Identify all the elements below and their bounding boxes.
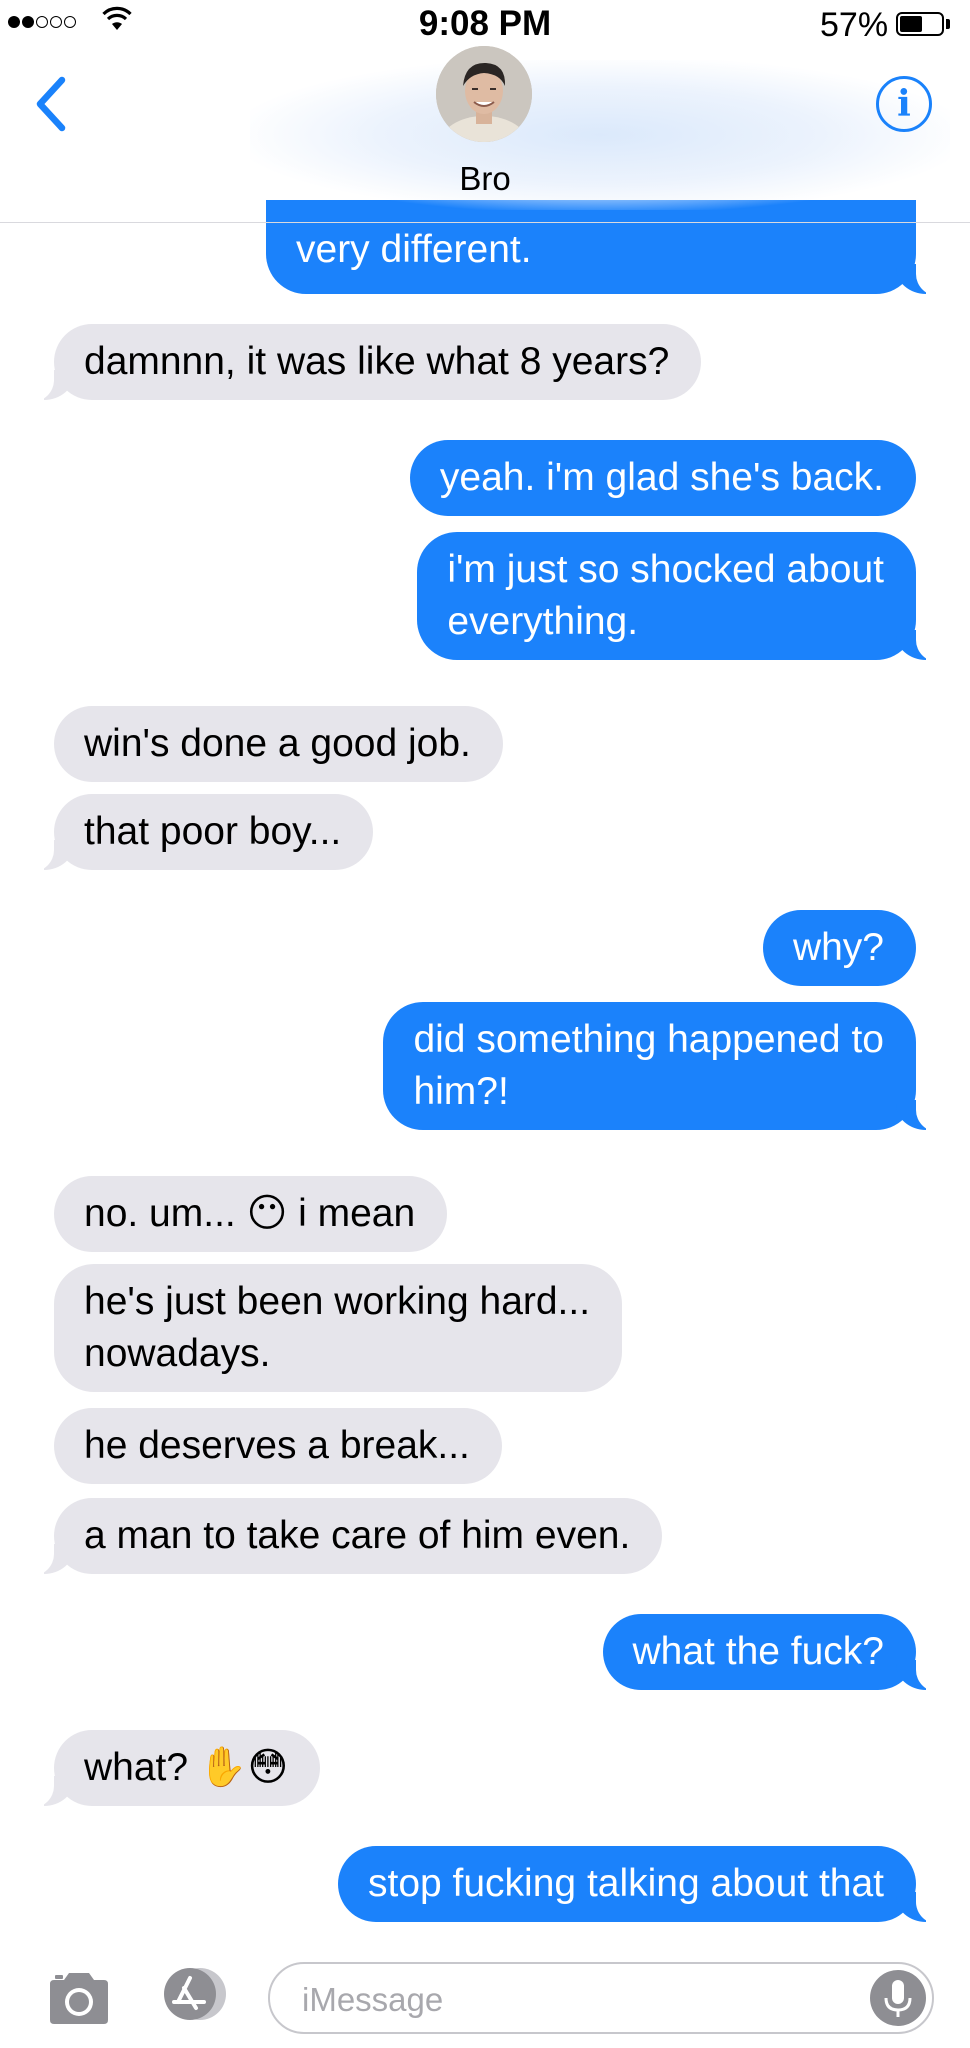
- message-text-line: him?!: [413, 1070, 509, 1113]
- imessage-input[interactable]: [300, 1976, 844, 2024]
- contact-avatar[interactable]: [436, 46, 532, 142]
- message-text-line: nowadays.: [84, 1332, 271, 1375]
- contact-avatar-photo: [436, 46, 532, 142]
- message-text: what the fuck?: [632, 1630, 884, 1673]
- chevron-left-icon[interactable]: [28, 72, 78, 136]
- message-input-bar: [0, 1948, 970, 2048]
- message-text: no. um...: [84, 1192, 247, 1235]
- neutral-face-emoji: 😶: [246, 1191, 288, 1236]
- message-text: a man to take care of him even.: [84, 1514, 631, 1557]
- message-bubble-sent[interactable]: did something happened to him?!: [383, 1002, 942, 1132]
- message-text: damnnn, it was like what 8 years?: [84, 340, 670, 383]
- microphone-glyph: [884, 1980, 912, 2017]
- message-text-line: did something happened to: [413, 1018, 884, 1061]
- camera-icon[interactable]: [46, 1970, 112, 2026]
- message-bubble-received[interactable]: he deserves a break...: [54, 1408, 502, 1484]
- message-text-line: i'm just so shocked about: [447, 548, 884, 591]
- message-text-line: everything.: [447, 600, 639, 643]
- hand-and-flushed-face-emoji: ✋😳: [198, 1745, 289, 1790]
- message-bubble-sent[interactable]: i'm just so shocked about everything.: [417, 532, 942, 662]
- message-bubble-sent[interactable]: what the fuck?: [602, 1614, 943, 1692]
- message-bubble-received[interactable]: he's just been working hard... nowadays.: [54, 1264, 623, 1392]
- message-bubble-received[interactable]: damnnn, it was like what 8 years?: [27, 324, 702, 402]
- conversation-header: Bro i: [0, 0, 970, 223]
- message-text: why?: [792, 926, 884, 969]
- message-bubble-sent[interactable]: why?: [762, 910, 916, 986]
- message-bubble-received[interactable]: win's done a good job.: [54, 706, 503, 782]
- app-store-icon[interactable]: [156, 1966, 232, 2022]
- message-bubble-received[interactable]: that poor boy...: [27, 794, 374, 872]
- info-icon[interactable]: i: [876, 76, 932, 132]
- contact-name[interactable]: Bro: [0, 160, 970, 198]
- message-bubble-sent[interactable]: yeah. i'm glad she's back.: [409, 440, 916, 516]
- message-text: that poor boy...: [84, 810, 342, 853]
- message-text: very different.: [296, 228, 532, 271]
- message-bubble-received[interactable]: no. um... 😶 i mean: [54, 1176, 448, 1252]
- message-text-line: he's just been working hard...: [84, 1280, 591, 1323]
- microphone-icon[interactable]: [870, 1970, 926, 2026]
- message-text: win's done a good job.: [84, 722, 471, 765]
- message-bubble-sent[interactable]: stop fucking talking about that: [337, 1846, 943, 1924]
- message-text: he deserves a break...: [84, 1424, 470, 1467]
- message-text-field[interactable]: [268, 1962, 934, 2034]
- message-bubble-received[interactable]: what? ✋😳: [27, 1730, 321, 1808]
- message-bubble-received[interactable]: a man to take care of him even.: [27, 1498, 663, 1576]
- message-text: stop fucking talking about that: [367, 1862, 884, 1905]
- message-text: i mean: [287, 1192, 416, 1235]
- message-text: yeah. i'm glad she's back.: [439, 456, 884, 499]
- message-text: what?: [84, 1746, 199, 1789]
